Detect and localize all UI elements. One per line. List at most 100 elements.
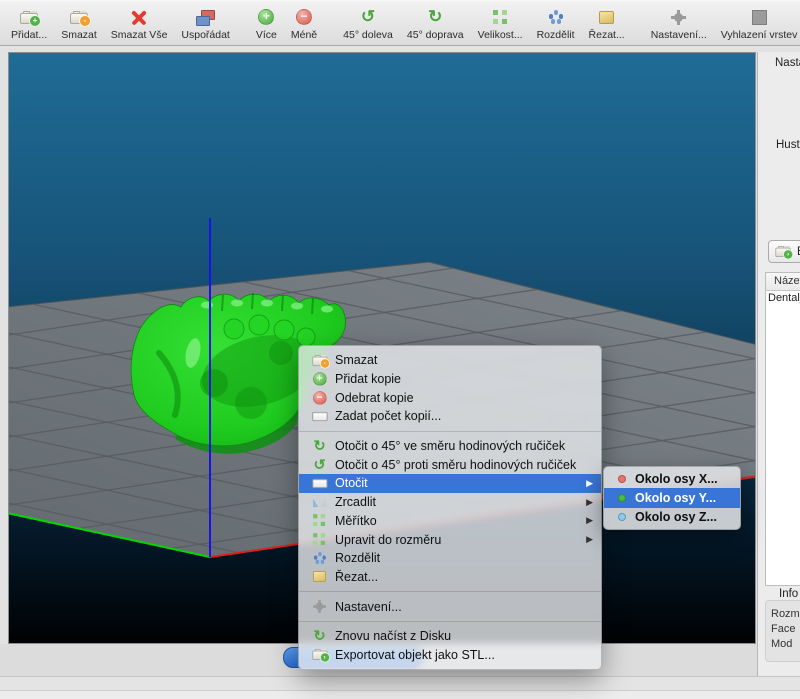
submenu-arrow-icon: ▶ bbox=[580, 534, 593, 545]
menu-item-fit-to-size[interactable]: Upravit do rozměru ▶ bbox=[299, 530, 601, 549]
menu-item-label: Zadat počet kopií... bbox=[335, 409, 441, 423]
toolbar-button-label: Velikost... bbox=[478, 29, 523, 41]
brick-export-icon: › bbox=[312, 649, 327, 660]
split-dots-icon bbox=[314, 552, 326, 564]
status-strip bbox=[0, 676, 800, 690]
context-menu: -Smazat + Přidat kopie −Odebrat kopie Zadat … bbox=[298, 345, 602, 670]
menu-item-export-stl[interactable]: › Exportovat objekt jako STL... bbox=[299, 646, 601, 665]
menu-item-label: Rozdělit bbox=[335, 551, 380, 565]
menu-item-label: Otočit o 45° ve směru hodinových ručiček bbox=[335, 439, 565, 453]
toolbar-button-settings[interactable]: Nastavení... bbox=[644, 4, 714, 45]
menu-icon-slot bbox=[312, 552, 326, 564]
toolbar-icon-slot bbox=[493, 7, 508, 27]
menu-icon-slot bbox=[312, 514, 326, 527]
menu-icon-slot: ↺ bbox=[312, 458, 326, 472]
toolbar-button-label: Uspořádat bbox=[181, 29, 229, 41]
menu-item-reload-from-disk[interactable]: ↻ Znovu načíst z Disku bbox=[299, 627, 601, 646]
toolbar-icon-slot: + bbox=[20, 7, 38, 27]
table-header-name: Název bbox=[765, 272, 800, 291]
menu-item-rotate[interactable]: Otočit▶ bbox=[299, 474, 601, 493]
settings-label: Nastav bbox=[775, 57, 800, 69]
split-dots-icon bbox=[549, 10, 563, 24]
arrange-bricks-icon bbox=[196, 10, 215, 25]
toolbar-button-cut[interactable]: Řezat... bbox=[582, 4, 632, 45]
menu-item-split[interactable]: Rozdělit bbox=[299, 549, 601, 568]
field-icon bbox=[312, 479, 327, 488]
toolbar-button-delete[interactable]: -Smazat bbox=[54, 4, 104, 45]
menu-item-mirror[interactable]: Zrcadlit▶ bbox=[299, 493, 601, 512]
toolbar-button-delete-all[interactable]: Smazat Vše bbox=[104, 4, 175, 45]
axis-dot-icon bbox=[618, 494, 626, 502]
toolbar-button-split[interactable]: Rozdělit bbox=[530, 4, 582, 45]
toolbar-icon-slot bbox=[752, 7, 767, 27]
plus-circle-icon: + bbox=[313, 372, 327, 386]
submenu-item-around-x[interactable]: Okolo osy X... bbox=[604, 469, 740, 488]
menu-icon-slot bbox=[312, 600, 326, 613]
menu-item-scale[interactable]: Měřítko▶ bbox=[299, 512, 601, 531]
menu-icon-slot bbox=[312, 479, 326, 488]
submenu-arrow-icon: ▶ bbox=[580, 515, 593, 526]
menu-separator bbox=[299, 591, 601, 592]
menu-item-label: Otočit bbox=[335, 476, 368, 490]
reload-icon: ↻ bbox=[312, 629, 326, 643]
submenu-item-label: Okolo osy X... bbox=[635, 472, 718, 486]
menu-item-label: Exportovat objekt jako STL... bbox=[335, 648, 495, 662]
toolbar-icon-slot: − bbox=[296, 7, 312, 27]
menu-item-label: Znovu načíst z Disku bbox=[335, 629, 451, 643]
toolbar-button-arrange[interactable]: Uspořádat bbox=[174, 4, 236, 45]
info-box: Rozm Face Mod bbox=[765, 600, 800, 662]
toolbar-icon-slot bbox=[671, 7, 686, 27]
density-label: Husto bbox=[776, 139, 800, 151]
toolbar-icon-slot: + bbox=[258, 7, 274, 27]
toolbar-button-layer-smoothing[interactable]: Vyhlazení vrstev bbox=[714, 4, 800, 45]
menu-item-remove-copy[interactable]: −Odebrat kopie bbox=[299, 388, 601, 407]
objects-table: Název Dental_ bbox=[765, 272, 800, 586]
toolbar-button-rotate-left[interactable]: ↺45° doleva bbox=[336, 4, 400, 45]
menu-item-label: Řezat... bbox=[335, 570, 378, 584]
menu-icon-slot: ↻ bbox=[312, 439, 326, 453]
toolbar-button-label: Nastavení... bbox=[651, 29, 707, 41]
menu-item-settings[interactable]: Nastavení... bbox=[299, 597, 601, 616]
menu-item-cut[interactable]: Řezat... bbox=[299, 568, 601, 587]
rotate-ccw-icon: ↺ bbox=[360, 9, 377, 25]
scale-arrows-icon bbox=[313, 533, 326, 546]
settings-panel: Nastav Husto › E Název Dental_ Info Rozm… bbox=[757, 52, 800, 676]
toolbar-button-more[interactable]: +Více bbox=[249, 4, 284, 45]
toolbar-icon-slot bbox=[131, 7, 147, 27]
rotate-ccw-icon: ↺ bbox=[312, 458, 326, 472]
submenu-item-around-y[interactable]: Okolo osy Y... bbox=[604, 488, 740, 507]
menu-item-label: Upravit do rozměru bbox=[335, 533, 441, 547]
toolbar-icon-slot bbox=[599, 7, 614, 27]
plus-circle-icon: + bbox=[258, 9, 274, 25]
gear-icon bbox=[671, 10, 686, 25]
field-icon bbox=[312, 412, 327, 421]
menu-separator bbox=[299, 431, 601, 432]
toolbar-button-add[interactable]: + Přidat... bbox=[4, 4, 54, 45]
menu-item-set-copies[interactable]: Zadat počet kopií... bbox=[299, 407, 601, 426]
menu-item-rotate-45-cw[interactable]: ↻ Otočit o 45° ve směru hodinových ručiče… bbox=[299, 437, 601, 456]
menu-item-delete[interactable]: -Smazat bbox=[299, 351, 601, 370]
menu-icon-slot: - bbox=[312, 355, 326, 366]
brick-plus-icon: + bbox=[20, 11, 38, 24]
submenu-item-around-z[interactable]: Okolo osy Z... bbox=[604, 508, 740, 527]
cut-box-icon bbox=[313, 571, 326, 582]
menu-item-rotate-45-ccw[interactable]: ↺ Otočit o 45° proti směru hodinových ruč… bbox=[299, 455, 601, 474]
menu-item-label: Přidat kopie bbox=[335, 372, 401, 386]
toolbar-button-size[interactable]: Velikost... bbox=[471, 4, 530, 45]
toolbar-button-label: Vyhlazení vrstev bbox=[721, 29, 798, 41]
scale-arrows-icon bbox=[493, 10, 508, 25]
menu-item-add-copy[interactable]: + Přidat kopie bbox=[299, 370, 601, 389]
table-row[interactable]: Dental_ bbox=[766, 291, 800, 306]
export-button[interactable]: › E bbox=[768, 240, 800, 263]
menu-item-label: Otočit o 45° proti směru hodinových ruči… bbox=[335, 458, 576, 472]
toolbar-icon-slot: - bbox=[70, 7, 88, 27]
toolbar-button-fewer[interactable]: −Méně bbox=[284, 4, 324, 45]
info-row-facets: Face bbox=[771, 622, 800, 637]
submenu-item-label: Okolo osy Z... bbox=[635, 510, 717, 524]
toolbar-button-label: Přidat... bbox=[11, 29, 47, 41]
toolbar-button-rotate-right[interactable]: ↻45° doprava bbox=[400, 4, 471, 45]
menu-icon-slot bbox=[312, 412, 326, 421]
axis-dot-icon bbox=[618, 513, 626, 521]
menu-icon-slot: + bbox=[312, 372, 326, 386]
menu-icon-slot: › bbox=[312, 649, 326, 660]
